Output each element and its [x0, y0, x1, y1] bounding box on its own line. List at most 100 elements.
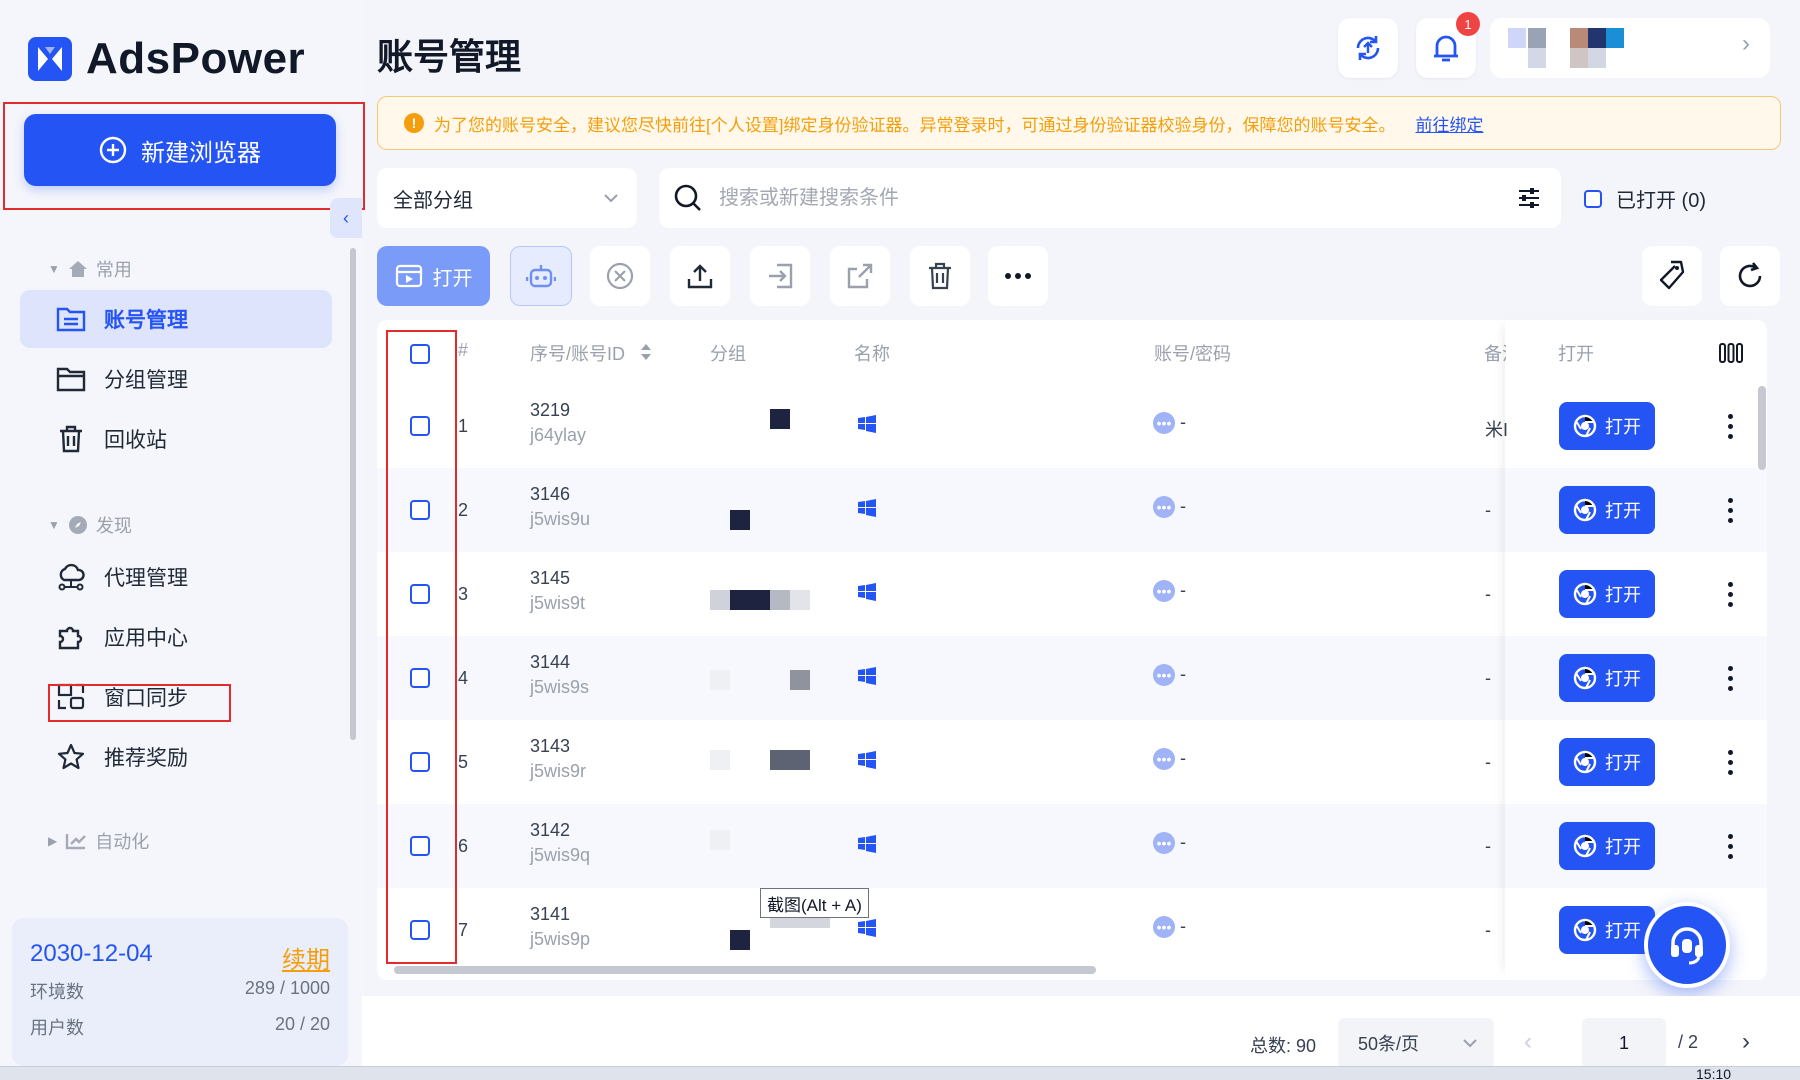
row-more-button[interactable]: [1720, 490, 1740, 530]
sidebar-item-proxy-management[interactable]: 代理管理: [20, 548, 332, 606]
row-more-button[interactable]: [1720, 658, 1740, 698]
bell-icon: [1434, 35, 1458, 62]
rpa-bot-button[interactable]: [510, 246, 572, 306]
puzzle-icon: [58, 626, 83, 650]
sidebar-item-recycle-bin[interactable]: 回收站: [20, 410, 332, 468]
open-browser-button[interactable]: 打开: [1559, 486, 1655, 534]
prev-page-button[interactable]: ‹: [1524, 1028, 1532, 1056]
column-header-serial[interactable]: 序号/账号ID: [530, 340, 625, 366]
windows-icon: [858, 667, 876, 685]
sync-button[interactable]: [1338, 18, 1398, 78]
section-automation[interactable]: ▶ 自动化: [48, 828, 149, 854]
more-dots-icon[interactable]: •••: [1153, 832, 1175, 855]
open-label: 打开: [1605, 921, 1641, 941]
share-button[interactable]: [830, 246, 890, 306]
more-dots-icon[interactable]: •••: [1153, 412, 1175, 435]
sidebar-item-group-management[interactable]: 分组管理: [20, 350, 332, 408]
bind-authenticator-link[interactable]: 前往绑定: [1415, 111, 1483, 136]
account-cell: ••• -: [1153, 664, 1187, 687]
group-pixel: [710, 670, 730, 690]
star-icon: [57, 743, 85, 770]
new-browser-button[interactable]: 新建浏览器: [24, 114, 336, 186]
upload-button[interactable]: [670, 246, 730, 306]
os-taskbar: [0, 1066, 1800, 1080]
section-discover[interactable]: ▼ 发现: [48, 512, 132, 538]
home-icon: [68, 261, 87, 277]
renew-link[interactable]: 续期: [282, 940, 330, 975]
sidebar-item-label: 推荐奖励: [104, 747, 188, 770]
row-more-button[interactable]: [1720, 406, 1740, 446]
account-cell: ••• -: [1153, 916, 1186, 939]
more-dots-icon[interactable]: •••: [1153, 748, 1175, 771]
row-more-button[interactable]: [1720, 742, 1740, 782]
row-more-button[interactable]: [1720, 826, 1740, 866]
browser-logo-icon: [1573, 582, 1597, 606]
horizontal-scrollbar[interactable]: [394, 966, 1096, 974]
move-to-group-button[interactable]: [750, 246, 810, 306]
row-more-button[interactable]: [1720, 574, 1740, 614]
refresh-button[interactable]: [1720, 246, 1780, 306]
trash-icon: [929, 262, 951, 290]
avatar-pixel: [1570, 28, 1588, 48]
open-browser-button[interactable]: 打开: [1559, 654, 1655, 702]
delete-button[interactable]: [910, 246, 970, 306]
remark-cell: -: [1485, 920, 1491, 940]
sort-icon[interactable]: [640, 343, 652, 361]
account-id: j5wis9s: [530, 677, 590, 697]
support-chat-button[interactable]: [1644, 902, 1730, 988]
app-logo[interactable]: AdsPower: [28, 34, 305, 84]
account-value: -: [1180, 496, 1187, 516]
more-dots-icon[interactable]: •••: [1153, 916, 1175, 939]
opened-filter-checkbox[interactable]: 已打开 (0): [1584, 184, 1706, 213]
browser-logo-icon: [1573, 834, 1597, 858]
serial-number: 3142: [530, 820, 571, 840]
open-browser-button[interactable]: 打开: [1559, 822, 1655, 870]
app-name: AdsPower: [86, 34, 306, 83]
page-number-input[interactable]: 1: [1582, 1018, 1666, 1068]
group-select[interactable]: 全部分组: [377, 168, 637, 228]
opened-filter-label: 已打开 (0): [1616, 190, 1706, 212]
filter-sliders-icon[interactable]: [1517, 187, 1541, 209]
sidebar-item-app-center[interactable]: 应用中心: [20, 608, 332, 666]
account-value: -: [1180, 832, 1187, 852]
serial-number: 3143: [530, 736, 571, 756]
chevron-left-icon: ‹: [343, 207, 349, 228]
sidebar-item-referral-rewards[interactable]: 推荐奖励: [20, 728, 332, 786]
caret-down-icon: ▼: [48, 518, 60, 532]
remark-cell: -: [1485, 584, 1491, 604]
collapse-sidebar-button[interactable]: ‹: [330, 198, 362, 238]
open-browser-button[interactable]: 打开: [1559, 570, 1655, 618]
tag-icon: [1659, 260, 1685, 290]
open-selected-button[interactable]: 打开: [377, 246, 490, 306]
user-count-label: 用户数: [30, 1018, 84, 1038]
group-pixel: [730, 510, 750, 530]
account-value: -: [1180, 664, 1187, 684]
share-icon: [847, 263, 873, 289]
open-browser-button[interactable]: 打开: [1559, 738, 1655, 786]
more-dots-icon[interactable]: •••: [1153, 496, 1175, 519]
more-dots-icon[interactable]: •••: [1153, 664, 1175, 687]
checkbox[interactable]: [1584, 189, 1602, 208]
sidebar-scrollbar[interactable]: [350, 248, 356, 740]
account-menu[interactable]: ›: [1490, 18, 1770, 78]
next-page-button[interactable]: ›: [1742, 1028, 1750, 1056]
open-browser-button[interactable]: 打开: [1559, 402, 1655, 450]
group-pixel: [730, 590, 770, 610]
caret-down-icon: ▼: [48, 262, 60, 276]
section-common[interactable]: ▼ 常用: [48, 256, 132, 282]
serial-number: 3145: [530, 568, 571, 588]
vertical-scrollbar[interactable]: [1758, 386, 1766, 470]
more-actions-button[interactable]: [988, 246, 1048, 306]
sidebar-item-account-management[interactable]: 账号管理: [20, 290, 332, 348]
env-count-row: 环境数 289 / 1000: [30, 978, 330, 1004]
more-dots-icon[interactable]: •••: [1153, 580, 1175, 603]
windows-icon: [858, 751, 876, 769]
page-size-select[interactable]: 50条/页: [1338, 1018, 1494, 1068]
open-browser-button[interactable]: 打开: [1559, 906, 1655, 954]
close-browser-button[interactable]: [590, 246, 650, 306]
env-count-label: 环境数: [30, 982, 84, 1002]
search-input[interactable]: [719, 186, 1501, 210]
tag-button[interactable]: [1642, 246, 1702, 306]
avatar-pixel: [1588, 48, 1606, 68]
column-header-name: 名称: [854, 344, 890, 364]
